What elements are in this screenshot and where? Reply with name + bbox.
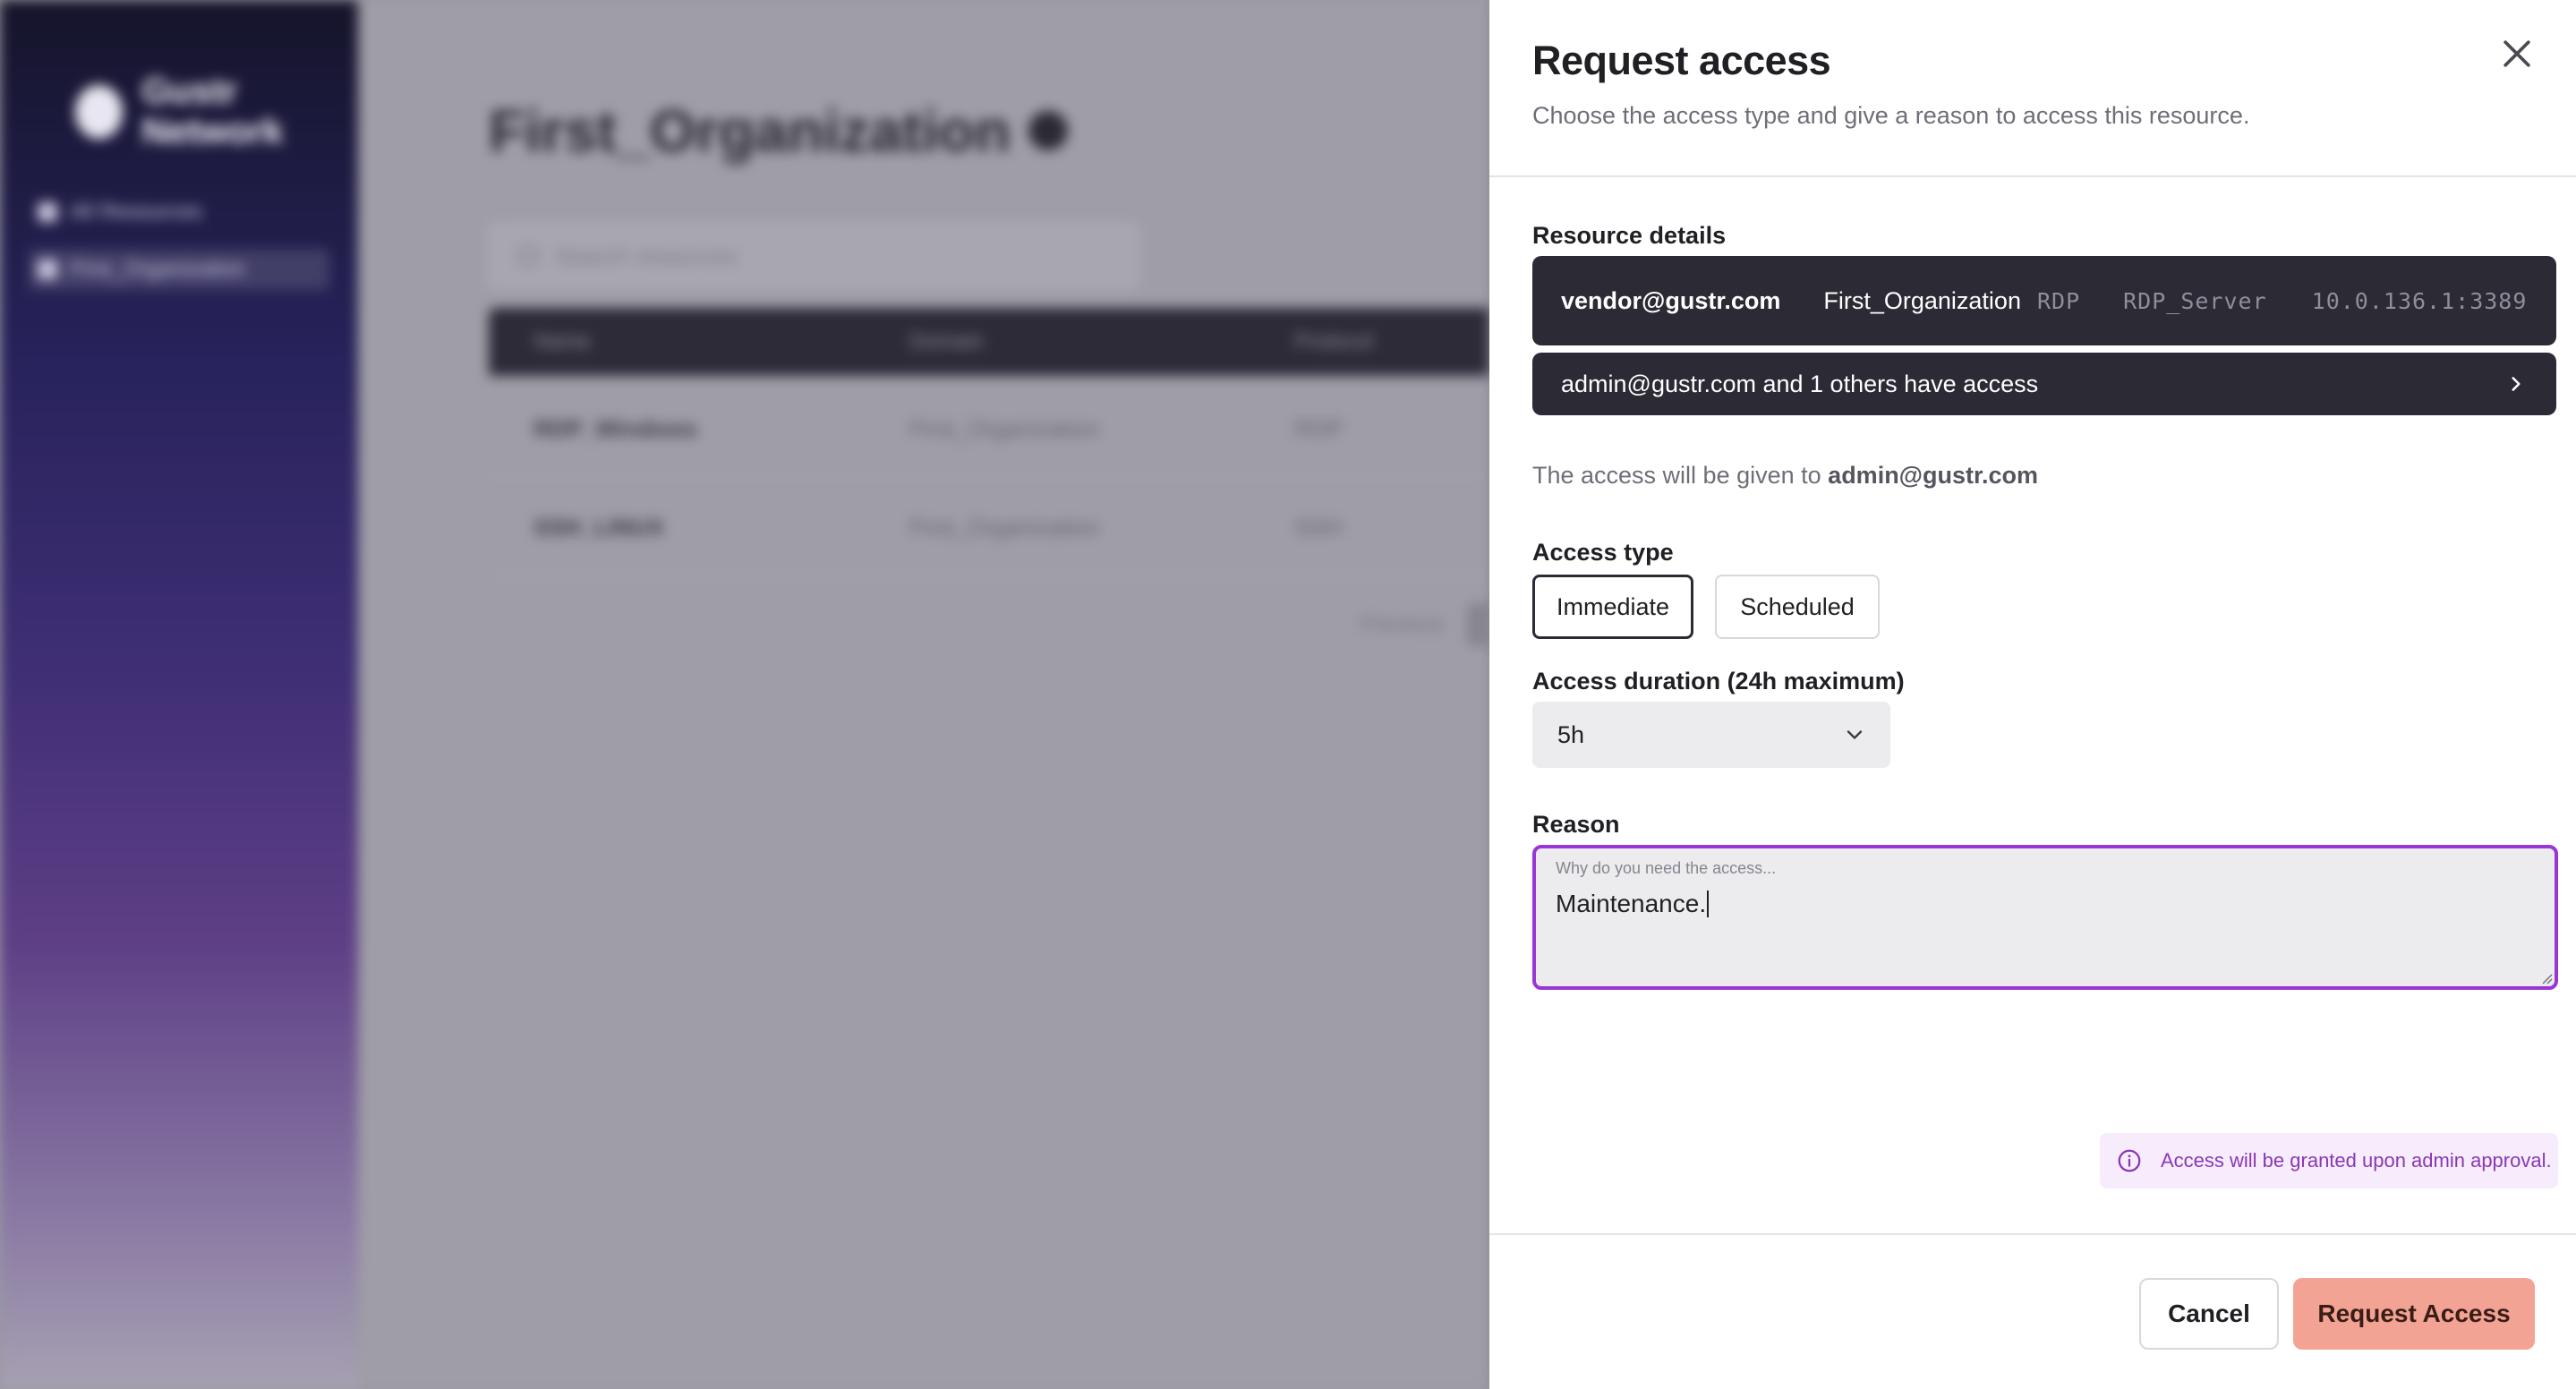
search-input[interactable]: Search resources [489, 224, 1139, 288]
access-type-immediate[interactable]: Immediate [1532, 575, 1693, 639]
drawer-subtitle: Choose the access type and give a reason… [1532, 102, 2250, 129]
access-recipient-user: admin@gustr.com [1828, 462, 2039, 489]
row-domain: First_Organization [909, 513, 1100, 541]
search-icon [517, 245, 539, 267]
drawer-header: Request access Choose the access type an… [1489, 0, 2576, 177]
access-list-text: admin@gustr.com and 1 others have access [1561, 370, 2039, 397]
resize-handle-icon[interactable] [2538, 970, 2553, 984]
resource-organization: First_Organization [1823, 286, 2021, 314]
request-access-button[interactable]: Request Access [2293, 1278, 2535, 1350]
reason-placeholder: Why do you need the access... [1556, 859, 1777, 877]
resource-user: vendor@gustr.com [1561, 286, 1781, 314]
resource-details-label: Resource details [1532, 222, 1727, 249]
table-header: Name Domain Protocol [489, 308, 1489, 376]
page-title: First_Organization [489, 97, 1069, 165]
duration-select[interactable]: 5h [1532, 702, 1890, 768]
search-placeholder: Search resources [555, 242, 738, 269]
close-button[interactable] [2497, 34, 2537, 73]
column-header: Domain [909, 329, 984, 354]
organization-icon [38, 260, 57, 279]
reason-label: Reason [1532, 811, 1620, 838]
request-access-drawer: Request access Choose the access type an… [1489, 0, 2576, 1389]
table-row[interactable]: SSH_LINUX First_Organization SSH [489, 480, 1489, 576]
sidebar-item-all-resources[interactable]: All Resources [29, 192, 329, 233]
access-type-scheduled[interactable]: Scheduled [1715, 575, 1880, 639]
app-logo: Gustr Network [75, 72, 358, 152]
reason-textarea[interactable]: Why do you need the access... Maintenanc… [1532, 845, 2558, 990]
resource-details: vendor@gustr.com First_Organization RDP … [1532, 256, 2556, 345]
resource-address: 10.0.136.1:3389 [2311, 287, 2528, 314]
background-app: Gustr Network All Resources First_Organi… [0, 0, 1489, 1389]
row-name: RDP_Windows [533, 414, 698, 442]
row-protocol: SSH [1294, 513, 1343, 541]
page-button[interactable] [1467, 603, 1489, 646]
resources-icon [38, 202, 57, 222]
access-list-expander[interactable]: admin@gustr.com and 1 others have access [1532, 353, 2556, 415]
sidebar-item-label: All Resources [70, 200, 203, 224]
main-content: First_Organization Search resources Name… [358, 0, 1489, 1389]
reason-value: Maintenance. [1556, 890, 1710, 918]
pager-prev[interactable]: Previous [1361, 612, 1444, 637]
drawer-title: Request access [1532, 38, 1831, 83]
app-name: Gustr Network [141, 72, 284, 151]
row-domain: First_Organization [909, 414, 1100, 442]
column-header: Name [533, 329, 592, 354]
sidebar: Gustr Network All Resources First_Organi… [0, 0, 358, 1389]
logo-mark-icon [75, 85, 123, 139]
text-caret [1707, 890, 1710, 917]
info-text: Access will be granted upon admin approv… [2161, 1149, 2552, 1172]
table-row[interactable]: RDP_Windows First_Organization RDP [489, 381, 1489, 478]
close-icon [2503, 40, 2530, 67]
info-icon [1028, 111, 1069, 150]
access-recipient-prefix: The access will be given to [1532, 462, 1821, 489]
sidebar-item-label: First_Organization [70, 257, 246, 281]
access-type-label: Access type [1532, 539, 1674, 566]
drawer-footer: Cancel Request Access [1489, 1233, 2576, 1389]
column-header: Protocol [1294, 329, 1374, 354]
approval-info-banner: Access will be granted upon admin approv… [2100, 1133, 2558, 1189]
reason-value-text: Maintenance. [1556, 890, 1707, 917]
cancel-button[interactable]: Cancel [2139, 1278, 2279, 1350]
duration-value: 5h [1557, 720, 1585, 748]
resource-protocol: RDP [2036, 287, 2081, 314]
row-protocol: RDP [1294, 414, 1343, 442]
resource-server: RDP_Server [2123, 287, 2267, 314]
access-recipient: The access will be given to admin@gustr.… [1532, 462, 2038, 490]
chevron-right-icon [2512, 377, 2521, 391]
chevron-down-icon [1847, 730, 1863, 739]
row-name: SSH_LINUX [533, 513, 664, 541]
duration-label: Access duration (24h maximum) [1532, 668, 1905, 694]
info-icon [2118, 1149, 2141, 1172]
page-title-text: First_Organization [489, 98, 1011, 164]
sidebar-item-organization[interactable]: First_Organization [29, 249, 329, 290]
pagination: Previous [1361, 603, 1489, 646]
